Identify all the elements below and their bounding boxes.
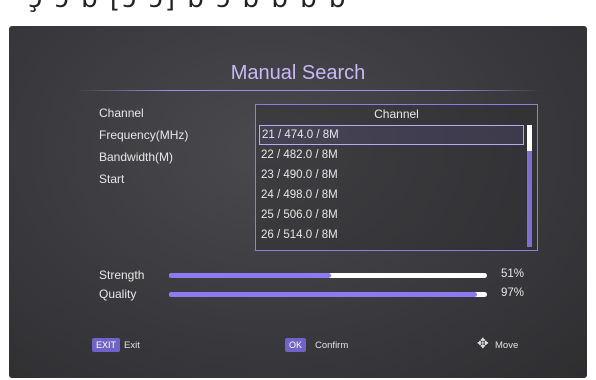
strength-meter-fill	[169, 273, 332, 278]
move-arrows-icon: ✥	[477, 335, 489, 351]
top-cropped-text: ɔ̧ ɔ ɓ [ɔ ɔ] ɓ ɔ ɓ ɓ ɓ ɓ	[28, 0, 347, 14]
scrollbar-thumb[interactable]	[527, 125, 532, 151]
tv-screen: Manual Search Channel Frequency(MHz) Ban…	[0, 24, 596, 380]
ok-key-badge[interactable]: OK	[285, 338, 307, 352]
frequency-label[interactable]: Frequency(MHz)	[99, 128, 188, 142]
move-hint-label: Move	[495, 340, 519, 351]
quality-value: 97%	[501, 287, 525, 299]
strength-label: Strength	[99, 268, 145, 282]
exit-hint-label: Exit	[124, 340, 140, 351]
bandwidth-label[interactable]: Bandwidth(M)	[99, 150, 173, 164]
channel-item[interactable]: 26 / 514.0 / 8M	[259, 225, 524, 245]
channel-label[interactable]: Channel	[99, 106, 144, 120]
channel-item-selected[interactable]: 21 / 474.0 / 8M	[259, 125, 524, 145]
page-title: Manual Search	[230, 62, 366, 84]
exit-key-badge[interactable]: EXIT	[92, 338, 121, 352]
strength-value: 51%	[501, 268, 525, 280]
channel-list-header: Channel	[374, 107, 419, 121]
strength-meter	[169, 273, 487, 278]
channel-item[interactable]: 24 / 498.0 / 8M	[259, 185, 524, 205]
start-label[interactable]: Start	[99, 172, 124, 186]
channel-list-panel: Channel 21 / 474.0 / 8M 22 / 482.0 / 8M …	[255, 104, 538, 251]
channel-item[interactable]: 22 / 482.0 / 8M	[259, 145, 524, 165]
manual-search-dialog: Manual Search Channel Frequency(MHz) Ban…	[9, 26, 587, 378]
quality-label: Quality	[99, 287, 137, 301]
title-divider	[76, 90, 542, 91]
quality-meter-fill	[169, 292, 478, 297]
quality-meter	[169, 292, 487, 297]
confirm-hint-label: Confirm	[315, 340, 349, 351]
channel-list-scrollbar[interactable]	[527, 125, 532, 247]
channel-list: 21 / 474.0 / 8M 22 / 482.0 / 8M 23 / 490…	[259, 125, 524, 245]
channel-item[interactable]: 25 / 506.0 / 8M	[259, 205, 524, 225]
channel-item[interactable]: 23 / 490.0 / 8M	[259, 165, 524, 185]
